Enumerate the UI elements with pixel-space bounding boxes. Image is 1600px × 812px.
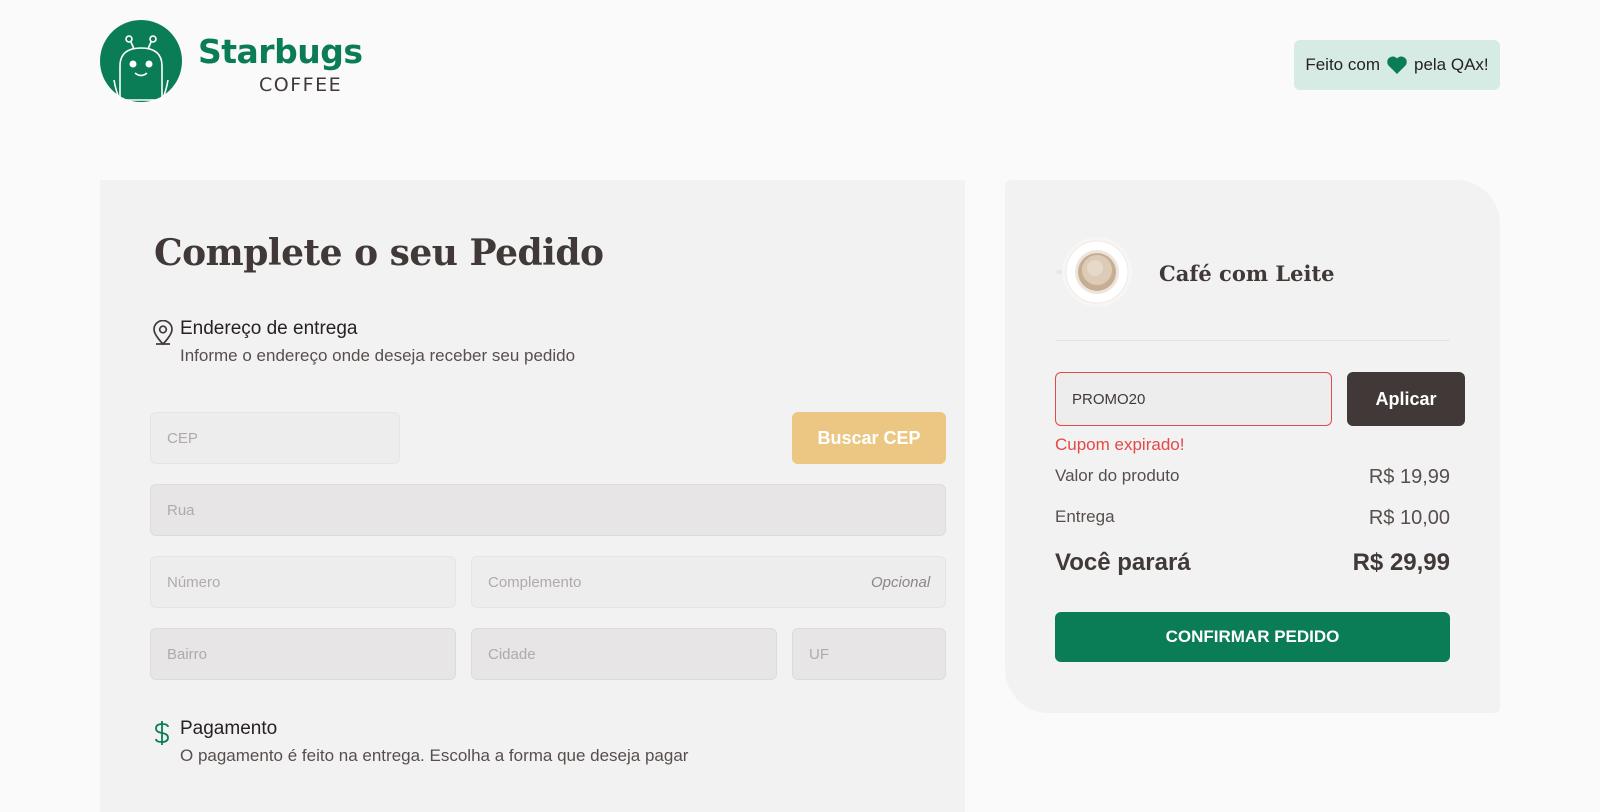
coupon-input[interactable]: [1055, 372, 1332, 426]
product-value-amount: R$ 19,99: [1368, 466, 1450, 488]
cep-input[interactable]: [150, 412, 400, 464]
heart-icon: [1386, 55, 1408, 75]
made-with-badge: Feito com pela QAx!: [1294, 40, 1500, 90]
total-row: Você parará R$ 29,99: [1055, 549, 1450, 577]
product-item: Café com Leite: [1055, 234, 1335, 312]
total-amount: R$ 29,99: [1352, 549, 1450, 576]
uf-input[interactable]: [792, 628, 946, 680]
confirm-order-button[interactable]: CONFIRMAR PEDIDO: [1055, 612, 1450, 662]
payment-section-header: Pagamento O pagamento é feito na entrega…: [152, 718, 688, 766]
page-title: Complete o seu Pedido: [154, 232, 604, 274]
logo[interactable]: Starbugs COFFEE: [100, 20, 363, 102]
dollar-icon: [152, 718, 180, 766]
address-section-subtitle: Informe o endereço onde deseja receber s…: [180, 346, 576, 365]
coffee-cup-image: [1055, 234, 1133, 312]
coupon-error-message: Cupom expirado!: [1055, 435, 1185, 454]
complemento-optional-label: Opcional: [871, 574, 931, 591]
payment-section-title: Pagamento: [180, 718, 278, 739]
address-section-title: Endereço de entrega: [180, 318, 358, 339]
bairro-input[interactable]: [150, 628, 456, 680]
delivery-row: Entrega R$ 10,00: [1055, 507, 1450, 530]
logo-subtitle: COFFEE: [259, 74, 343, 96]
robot-mascot-icon: [100, 20, 182, 102]
made-with-prefix: Feito com: [1305, 55, 1380, 74]
map-pin-icon: [152, 318, 180, 366]
product-value-row: Valor do produto R$ 19,99: [1055, 466, 1450, 489]
logo-wordmark: Starbugs COFFEE: [198, 20, 363, 102]
rua-input[interactable]: [150, 484, 946, 536]
numero-input[interactable]: [150, 556, 456, 608]
payment-section-subtitle: O pagamento é feito na entrega. Escolha …: [180, 746, 689, 765]
checkout-form-panel: Complete o seu Pedido Endereço de entreg…: [100, 180, 965, 812]
delivery-label: Entrega: [1055, 507, 1115, 526]
logo-title: Starbugs: [198, 32, 363, 71]
header: Starbugs COFFEE Feito com pela QAx!: [0, 0, 1600, 130]
product-value-label: Valor do produto: [1055, 466, 1180, 485]
product-name: Café com Leite: [1159, 260, 1335, 286]
cidade-input[interactable]: [471, 628, 777, 680]
made-with-suffix: pela QAx!: [1413, 55, 1489, 74]
buscar-cep-button[interactable]: Buscar CEP: [792, 412, 946, 464]
total-label: Você parará: [1055, 549, 1191, 576]
summary-divider: [1055, 340, 1450, 341]
address-section-header: Endereço de entrega Informe o endereço o…: [152, 318, 575, 366]
delivery-amount: R$ 10,00: [1368, 507, 1450, 529]
apply-coupon-button[interactable]: Aplicar: [1347, 372, 1465, 426]
order-summary-panel: Café com Leite Aplicar Cupom expirado! V…: [1005, 180, 1500, 713]
